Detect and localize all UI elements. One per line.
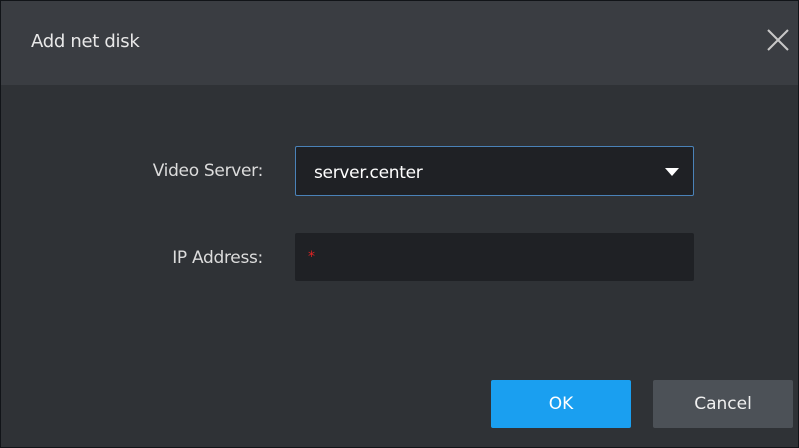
video-server-selected-value: server.center	[314, 163, 423, 183]
ip-address-label: IP Address:	[172, 248, 263, 268]
add-net-disk-dialog: Add net disk Video Server: server.center…	[0, 0, 799, 448]
ip-address-input[interactable]: *	[295, 233, 694, 281]
video-server-select[interactable]: server.center	[295, 146, 694, 196]
ok-button[interactable]: OK	[491, 380, 631, 428]
close-button[interactable]	[761, 23, 795, 57]
dialog-title-bar: Add net disk	[1, 1, 798, 85]
caret-down-icon	[665, 168, 679, 176]
cancel-button[interactable]: Cancel	[653, 380, 793, 428]
required-marker: *	[308, 249, 315, 265]
dialog-title: Add net disk	[31, 31, 140, 52]
close-icon	[767, 29, 789, 51]
video-server-label: Video Server:	[152, 161, 264, 181]
